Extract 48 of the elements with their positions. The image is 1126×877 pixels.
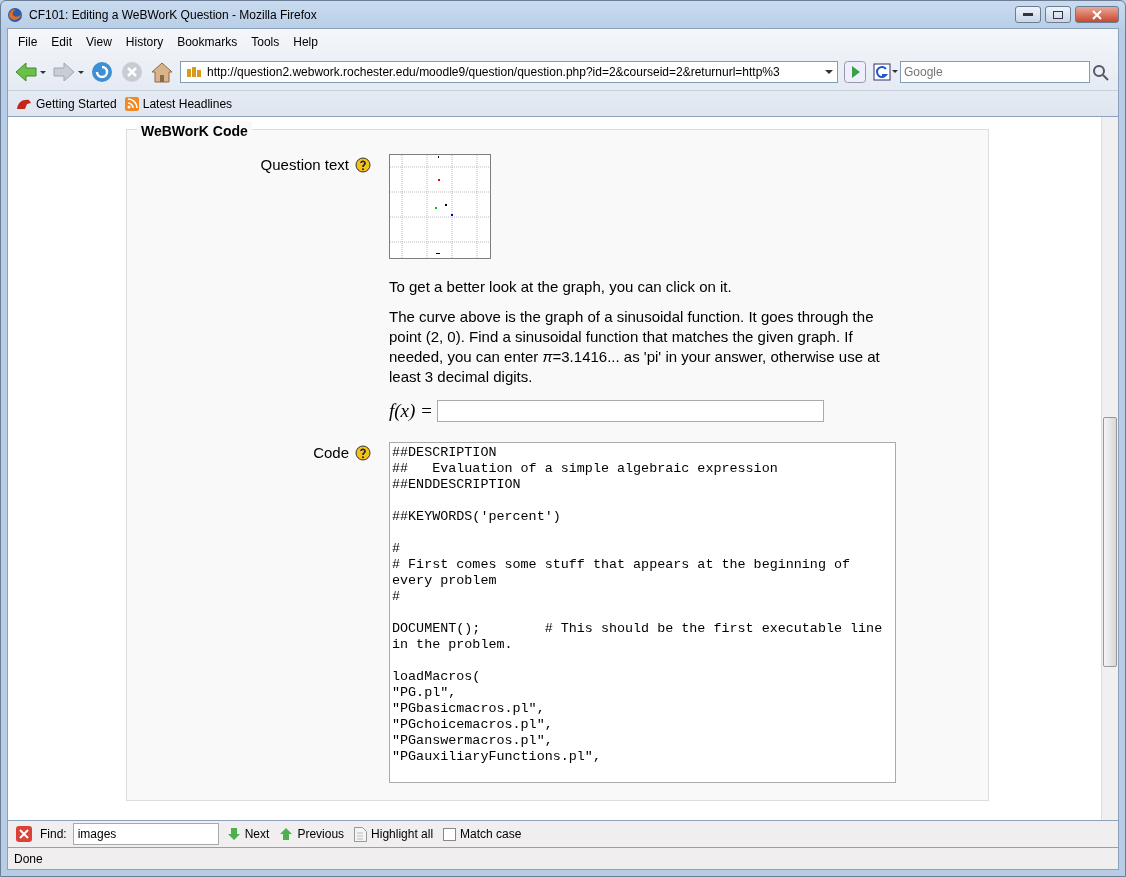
graph-thumbnail-drawing[interactable] xyxy=(389,154,491,259)
find-label: Find: xyxy=(40,826,67,843)
close-button[interactable] xyxy=(1075,6,1119,23)
minimize-icon xyxy=(1023,12,1033,17)
search-engine-icon[interactable] xyxy=(872,62,900,82)
close-find-button[interactable] xyxy=(14,826,34,842)
answer-label: f(x) = xyxy=(389,399,433,423)
address-bar[interactable]: http://question2.webwork.rochester.edu/moodle9/question/question.php?id=2&courseid=2&returnurl=http%3 xyxy=(180,61,838,83)
code-editor[interactable]: ##DESCRIPTION ## Evaluation of a simple algebraic expression ##ENDDESCRIPTION ##KEYWORDS('percent') # # First comes some stuff that appears at the beginning of every problem # DOCUMENT(); # This should be the first executable line in the problem. loadMacros( "PG.pl", "PGbasicmacros.pl", "PGchoicemacros.pl", "PGanswermacros.pl", "PGauxiliaryFunctions.pl", xyxy=(389,441,896,783)
back-button[interactable] xyxy=(14,61,46,83)
minimize-button[interactable] xyxy=(1015,6,1041,23)
help-icon[interactable] xyxy=(355,444,371,461)
field-label: Code xyxy=(313,442,349,463)
down-arrow-icon xyxy=(226,827,241,841)
next-button[interactable]: Next xyxy=(224,825,272,843)
bookmark-link[interactable]: Getting Started xyxy=(16,94,117,113)
answer-field[interactable] xyxy=(436,400,824,423)
site-icon xyxy=(185,65,203,79)
menu-item[interactable]: Edit xyxy=(45,31,79,52)
maximize-button[interactable] xyxy=(1045,6,1071,23)
search-field[interactable]: Google xyxy=(900,61,1090,83)
reload-button[interactable] xyxy=(90,60,114,84)
menu-item[interactable]: Bookmarks xyxy=(171,31,244,52)
window-title: CF101: Editing a WeBWorK Question - Mozilla Firefox xyxy=(29,6,317,24)
browser-logo-icon xyxy=(7,6,23,23)
go-button[interactable] xyxy=(844,61,866,83)
menu-item[interactable]: Tools xyxy=(245,31,286,52)
bookmark-link[interactable]: Latest Headlines xyxy=(124,94,233,113)
find-field[interactable]: images xyxy=(72,823,219,845)
hint-text: To get a better look at the graph, you can click on it. xyxy=(389,277,733,297)
menu-item[interactable]: History xyxy=(119,31,170,52)
page-icon xyxy=(354,826,368,842)
status-text: Done xyxy=(14,850,43,868)
home-button[interactable] xyxy=(150,61,174,83)
menu-item[interactable]: File xyxy=(12,31,44,52)
help-icon[interactable] xyxy=(355,157,371,173)
up-arrow-icon xyxy=(279,827,294,841)
feed-icon xyxy=(124,96,139,111)
close-icon xyxy=(1092,9,1102,20)
match-case-checkbox[interactable] xyxy=(443,827,457,841)
checkbox-label: Match case xyxy=(460,826,522,843)
field-label: Question text xyxy=(260,155,349,175)
menu-item[interactable]: Help xyxy=(287,31,324,52)
maximize-icon xyxy=(1053,10,1063,19)
question-paragraph: The curve above is the graph of a sinusoidal function. It goes through the point (2, 0). Find a sinusoidal function that matches the given graph. If needed, you can enter π=3.1416... as 'pi' in your answer, otherwise use at least 3 decimal digits. xyxy=(389,307,881,387)
menu-item[interactable]: View xyxy=(80,31,118,52)
highlight-all-button[interactable]: Highlight all xyxy=(352,825,436,843)
previous-button[interactable]: Previous xyxy=(277,825,347,843)
